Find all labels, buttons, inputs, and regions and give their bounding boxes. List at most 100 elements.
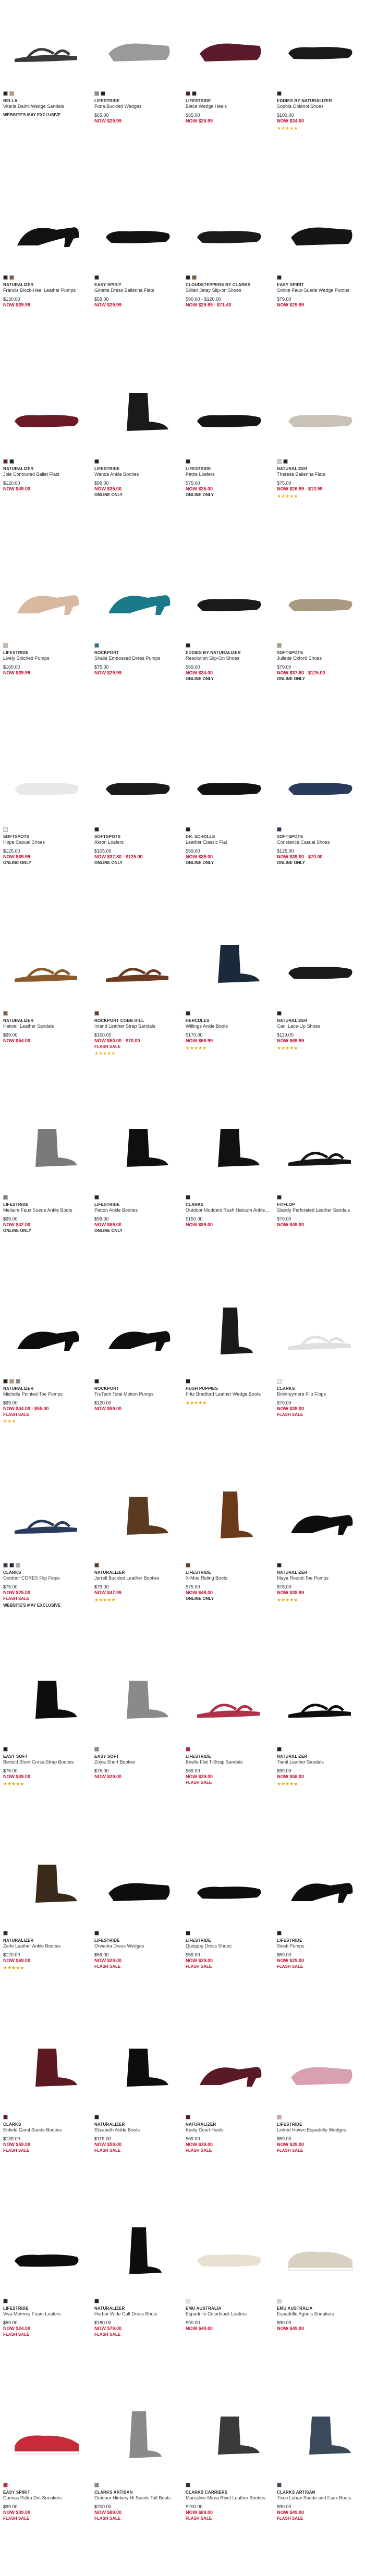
product-card[interactable]: BELLA Vitaria Dainti Wedge Sandals WEBSI…	[0, 0, 91, 184]
product-name-link[interactable]: Bertold Short Cross-Strap Booties	[3, 1759, 88, 1765]
color-swatch[interactable]	[94, 1379, 99, 1384]
color-swatch[interactable]	[283, 459, 288, 464]
product-card[interactable]: LIFESTRIDE Siesti Pumps $59.00 NOW $29.0…	[274, 1840, 365, 2024]
color-swatch[interactable]	[186, 827, 190, 832]
product-name-link[interactable]: Wanda Ankle Booties	[94, 472, 179, 477]
product-card[interactable]: NATURALIZER Joie Contoured Ballet Flats …	[0, 368, 91, 552]
color-swatch[interactable]	[9, 1563, 14, 1568]
product-card[interactable]: LIFESTRIDE Linked Hoven Espadrille Wedge…	[274, 2024, 365, 2208]
product-image[interactable]	[94, 555, 179, 640]
product-image[interactable]	[277, 2395, 362, 2480]
color-swatch[interactable]	[277, 643, 282, 648]
product-name-link[interactable]: Linked Hoven Espadrille Wedges	[277, 2127, 362, 2133]
product-card[interactable]: EMU AUSTRALIA Espadrille Colorblock Loaf…	[182, 2208, 274, 2392]
color-swatch[interactable]	[3, 91, 8, 96]
product-card[interactable]: NATURALIZER Tianti Leather Sandals $99.0…	[274, 1656, 365, 1840]
product-image[interactable]	[3, 555, 88, 640]
product-image[interactable]	[277, 739, 362, 824]
product-name-link[interactable]: Sophia Oblanol Shoes	[277, 104, 362, 109]
product-card[interactable]: ROCKPORT TruTech Total Motion Pumps $120…	[91, 1288, 182, 1472]
product-image[interactable]	[277, 1659, 362, 1744]
product-card[interactable]: EASY SOFT Zoyia Short Booties $75.00 NOW…	[91, 1656, 182, 1840]
product-card[interactable]: LIFESTRIDE Lively Stitched Pumps $100.00…	[0, 552, 91, 736]
product-name-link[interactable]: Espadrille Agonis Sneakers	[277, 2311, 362, 2317]
product-card[interactable]: CLOUDSTEPPERS BY CLARKS Sillian Jetay Sl…	[182, 184, 274, 368]
product-image[interactable]	[186, 1475, 271, 1560]
product-name-link[interactable]: Espadrille Colorblock Loafers	[186, 2311, 271, 2317]
product-name-link[interactable]: Hope Casual Shoes	[3, 840, 88, 845]
product-name-link[interactable]: Tisco Lobax Suede and Faux Boots	[277, 2495, 362, 2501]
color-swatch[interactable]	[3, 827, 8, 832]
product-image[interactable]	[3, 1659, 88, 1744]
color-swatch[interactable]	[3, 1379, 8, 1384]
color-swatch[interactable]	[186, 275, 190, 280]
color-swatch[interactable]	[94, 2299, 99, 2303]
product-image[interactable]	[3, 3, 88, 88]
product-image[interactable]	[94, 187, 179, 272]
color-swatch[interactable]	[277, 827, 282, 832]
product-name-link[interactable]: Mellaire Faux Suede Ankle Boots	[3, 1207, 88, 1213]
product-image[interactable]	[277, 187, 362, 272]
product-card[interactable]: CLARKS Outdoor CORES Flip Flops $75.00 N…	[0, 1472, 91, 1656]
product-image[interactable]	[94, 3, 179, 88]
product-image[interactable]	[94, 1659, 179, 1744]
product-image[interactable]	[186, 371, 271, 456]
product-name-link[interactable]: Harbor Wide Calf Dress Boots	[94, 2311, 179, 2317]
product-name-link[interactable]: Leather Classic Flat	[186, 840, 271, 845]
product-card[interactable]: ROCKPORT COBB HILL Inland Leather Strap …	[91, 920, 182, 1104]
product-image[interactable]	[3, 2211, 88, 2296]
color-swatch[interactable]	[94, 1011, 99, 1016]
product-image[interactable]	[3, 1291, 88, 1376]
product-card[interactable]: EASY SPIRIT Canvas Polka Dot Sneakers $9…	[0, 2392, 91, 2575]
product-image[interactable]	[186, 923, 271, 1008]
color-swatch[interactable]	[3, 1011, 8, 1016]
product-image[interactable]	[3, 1475, 88, 1560]
color-swatch[interactable]	[277, 459, 282, 464]
product-name-link[interactable]: Outdoor CORES Flip Flops	[3, 1575, 88, 1581]
product-image[interactable]	[186, 187, 271, 272]
product-image[interactable]	[3, 2027, 88, 2112]
product-image[interactable]	[94, 371, 179, 456]
product-image[interactable]	[186, 739, 271, 824]
product-card[interactable]: LIFESTRIDE Brielle Flat T-Strap Sandals …	[182, 1656, 274, 1840]
color-swatch[interactable]	[186, 1011, 190, 1016]
color-swatch[interactable]	[94, 827, 99, 832]
color-swatch[interactable]	[3, 643, 8, 648]
product-image[interactable]	[94, 1107, 179, 1192]
color-swatch[interactable]	[186, 1931, 190, 1936]
product-image[interactable]	[3, 1843, 88, 1928]
product-name-link[interactable]: Shalie Embossed Dress Pumps	[94, 656, 179, 661]
product-image[interactable]	[94, 1843, 179, 1928]
product-card[interactable]: LIFESTRIDE Patton Ankle Booties $99.00 N…	[91, 1104, 182, 1288]
product-card[interactable]: LIFESTRIDE Blace Wedge Heels $65.00 NOW …	[182, 0, 274, 184]
product-name-link[interactable]: Joie Contoured Ballet Flats	[3, 472, 88, 477]
product-name-link[interactable]: Fritz Bradford Leather Wedge Boots	[186, 1391, 271, 1397]
product-card[interactable]: LIFESTRIDE Orwanta Dress Wedges $59.00 N…	[91, 1840, 182, 2024]
product-name-link[interactable]: Lively Stitched Pumps	[3, 656, 88, 661]
product-card[interactable]: LIFESTRIDE Viva Memory Foam Loafers $59.…	[0, 2208, 91, 2392]
color-swatch[interactable]	[3, 2115, 8, 2119]
product-image[interactable]	[186, 555, 271, 640]
product-card[interactable]: NATURALIZER Theresa Ballerina Flats $75.…	[274, 368, 365, 552]
product-card[interactable]: HUSH PUPPIES Fritz Bradford Leather Wedg…	[182, 1288, 274, 1472]
product-card[interactable]: SOFTSPOTS Hope Casual Shoes $125.00 NOW …	[0, 736, 91, 920]
product-name-link[interactable]: Francis Block-Heel Leather Pumps	[3, 288, 88, 293]
color-swatch[interactable]	[186, 1379, 190, 1384]
product-name-link[interactable]: Resolution Slip-On Shoes	[186, 656, 271, 661]
product-image[interactable]	[94, 2395, 179, 2480]
product-image[interactable]	[277, 2027, 362, 2112]
product-name-link[interactable]: Enfield Carol Suede Booties	[3, 2127, 88, 2133]
color-swatch[interactable]	[3, 1931, 8, 1936]
product-image[interactable]	[94, 923, 179, 1008]
product-image[interactable]	[3, 2395, 88, 2480]
color-swatch[interactable]	[277, 2299, 282, 2303]
product-card[interactable]: CLARKS ARTISAN Tisco Lobax Suede and Fau…	[274, 2392, 365, 2575]
product-card[interactable]: EASY SOFT Bertold Short Cross-Strap Boot…	[0, 1656, 91, 1840]
product-name-link[interactable]: Quiqqup Dress Shoes	[186, 1943, 271, 1949]
color-swatch[interactable]	[277, 1747, 282, 1752]
product-card[interactable]: NATURALIZER Michelle Pointed-Toe Pumps $…	[0, 1288, 91, 1472]
color-swatch[interactable]	[186, 2299, 190, 2303]
product-name-link[interactable]: Siesti Pumps	[277, 1943, 362, 1949]
product-card[interactable]: EASY SPIRIT Online Faux-Suede Wedge Pump…	[274, 184, 365, 368]
color-swatch[interactable]	[94, 1563, 99, 1568]
